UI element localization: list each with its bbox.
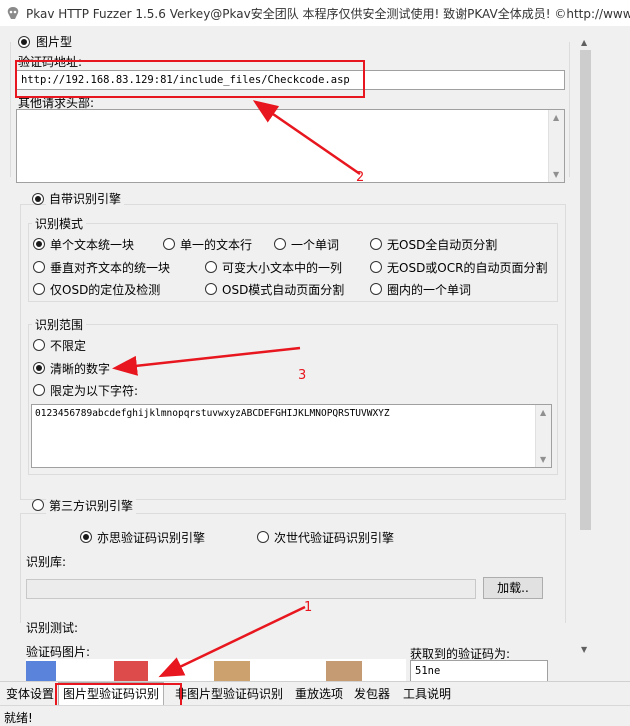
- annotation-arrows: [112, 100, 361, 678]
- tab-non-image-captcha[interactable]: 非图片型验证码识别: [171, 685, 287, 705]
- main-panel: 图片型 验证码地址: http://192.168.83.129:81/incl…: [0, 26, 630, 681]
- tab-bar: 变体设置 图片型验证码识别 非图片型验证码识别 重放选项 发包器 工具说明: [0, 681, 630, 707]
- status-text: 就绪!: [4, 711, 33, 725]
- scroll-thumb[interactable]: [580, 50, 591, 530]
- tab-replay-options[interactable]: 重放选项: [291, 685, 347, 705]
- tab-variant-settings[interactable]: 变体设置: [2, 685, 58, 705]
- arrow-to-tab: [158, 605, 306, 678]
- title-bar: Pkav HTTP Fuzzer 1.5.6 Verkey@Pkav安全团队 本…: [0, 0, 630, 26]
- window-title: Pkav HTTP Fuzzer 1.5.6 Verkey@Pkav安全团队 本…: [26, 7, 630, 21]
- arrow-to-range: [112, 346, 301, 376]
- status-bar: 就绪!: [0, 705, 630, 725]
- annotation-box-tab: [55, 683, 182, 707]
- scroll-down-icon[interactable]: ▼: [581, 645, 587, 654]
- tab-packet-sender[interactable]: 发包器: [350, 685, 394, 705]
- tab-tool-help[interactable]: 工具说明: [399, 685, 455, 705]
- scroll-up-icon[interactable]: ▲: [581, 38, 587, 47]
- app-icon: [7, 7, 19, 19]
- arrow-to-url: [252, 100, 361, 176]
- main-scrollbar[interactable]: ▲ ▼: [577, 36, 594, 656]
